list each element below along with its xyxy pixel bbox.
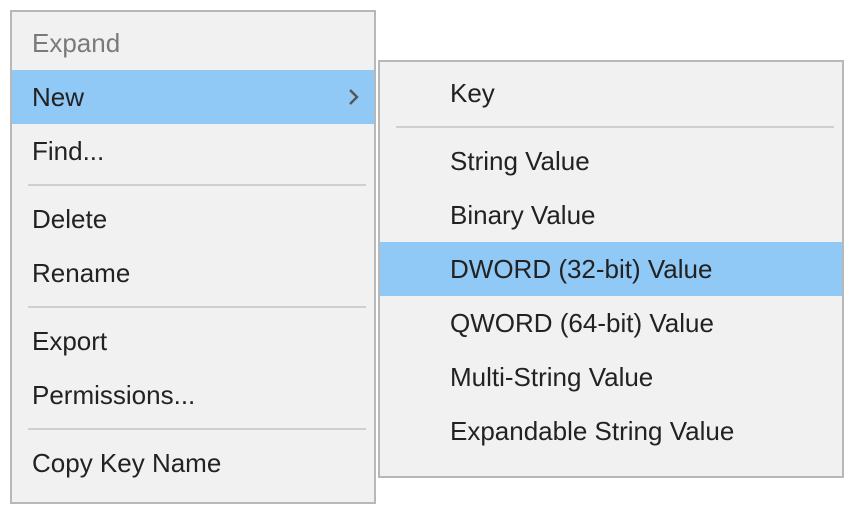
menu-item-delete[interactable]: Delete (12, 192, 374, 246)
menu-item-label: Expandable String Value (450, 416, 830, 447)
submenu-item-string-value[interactable]: String Value (380, 134, 842, 188)
menu-item-label: New (32, 82, 346, 113)
new-submenu: Key String Value Binary Value DWORD (32-… (378, 60, 844, 478)
submenu-item-key[interactable]: Key (380, 66, 842, 120)
menu-separator (28, 428, 366, 430)
menu-item-label: Export (32, 326, 362, 357)
menu-separator (396, 126, 834, 128)
menu-item-permissions[interactable]: Permissions... (12, 368, 374, 422)
menu-item-label: Key (450, 78, 830, 109)
submenu-item-qword-value[interactable]: QWORD (64-bit) Value (380, 296, 842, 350)
menu-item-export[interactable]: Export (12, 314, 374, 368)
menu-item-label: Copy Key Name (32, 448, 362, 479)
submenu-item-expandable-string-value[interactable]: Expandable String Value (380, 404, 842, 458)
menu-item-label: String Value (450, 146, 830, 177)
menu-item-label: Find... (32, 136, 362, 167)
submenu-arrow-icon (346, 88, 362, 106)
menu-item-find[interactable]: Find... (12, 124, 374, 178)
menu-item-label: Binary Value (450, 200, 830, 231)
menu-item-new[interactable]: New (12, 70, 374, 124)
menu-item-label: Multi-String Value (450, 362, 830, 393)
menu-item-label: Delete (32, 204, 362, 235)
menu-item-copy-key-name[interactable]: Copy Key Name (12, 436, 374, 490)
context-menu: Expand New Find... Delete Rename Export … (10, 10, 376, 504)
menu-item-rename[interactable]: Rename (12, 246, 374, 300)
submenu-item-multi-string-value[interactable]: Multi-String Value (380, 350, 842, 404)
menu-item-label: Rename (32, 258, 362, 289)
menu-item-label: DWORD (32-bit) Value (450, 254, 830, 285)
submenu-item-binary-value[interactable]: Binary Value (380, 188, 842, 242)
menu-item-label: Permissions... (32, 380, 362, 411)
menu-separator (28, 184, 366, 186)
menu-separator (28, 306, 366, 308)
menu-item-label: Expand (32, 28, 362, 59)
menu-item-label: QWORD (64-bit) Value (450, 308, 830, 339)
menu-item-expand: Expand (12, 16, 374, 70)
submenu-item-dword-value[interactable]: DWORD (32-bit) Value (380, 242, 842, 296)
